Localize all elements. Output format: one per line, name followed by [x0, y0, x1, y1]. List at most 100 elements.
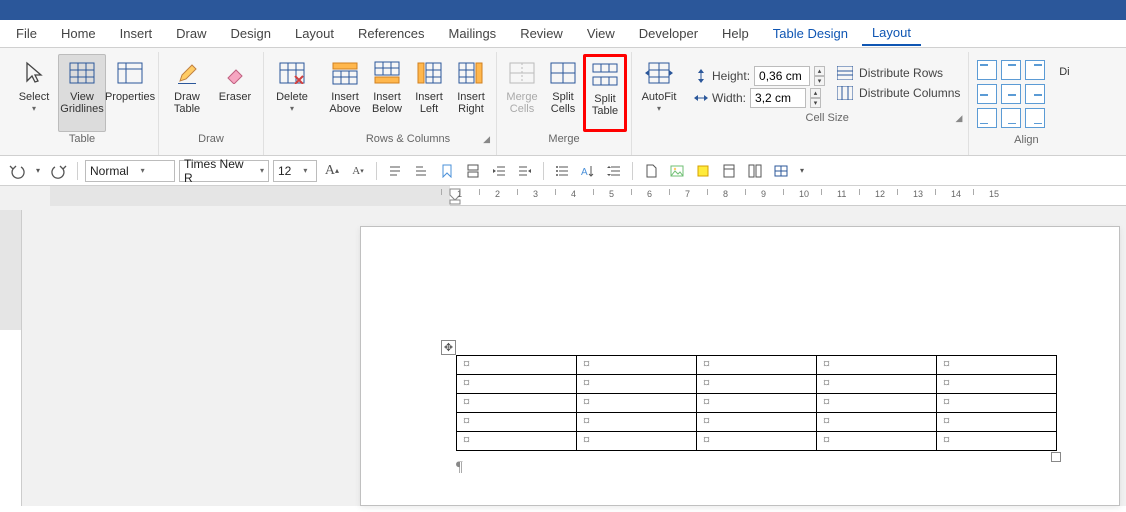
insert-left-button[interactable]: Insert Left — [408, 54, 450, 132]
height-spinner[interactable]: ▴▾ — [814, 66, 825, 86]
tab-table-design[interactable]: Table Design — [763, 22, 858, 45]
quick-toolbar: ▾ Normal▾ Times New R▾ 12▾ A▴ A▾ A ▾ — [0, 156, 1126, 186]
align-mid-left[interactable] — [977, 84, 997, 104]
tab-design[interactable]: Design — [221, 22, 281, 45]
chevron-down-icon: ▾ — [657, 104, 661, 113]
document-table[interactable]: ¤¤¤¤¤ ¤¤¤¤¤ ¤¤¤¤¤ ¤¤¤¤¤ ¤¤¤¤¤ — [456, 355, 1057, 451]
align-bot-right[interactable] — [1025, 108, 1045, 128]
tab-home[interactable]: Home — [51, 22, 106, 45]
tab-draw[interactable]: Draw — [166, 22, 216, 45]
redo-button[interactable] — [49, 161, 69, 181]
horizontal-ruler[interactable]: 123456789101112131415 — [50, 186, 1126, 206]
tab-help[interactable]: Help — [712, 22, 759, 45]
grow-font-icon[interactable]: A▴ — [322, 161, 342, 181]
list-indent-icon[interactable] — [552, 161, 572, 181]
tab-review[interactable]: Review — [510, 22, 573, 45]
select-button[interactable]: Select ▾ — [10, 54, 58, 132]
page-break-icon[interactable] — [463, 161, 483, 181]
undo-dropdown[interactable]: ▾ — [33, 161, 43, 181]
height-input[interactable] — [754, 66, 810, 86]
delete-button[interactable]: Delete ▾ — [268, 54, 316, 132]
table-cell: ¤ — [817, 413, 937, 432]
undo-button[interactable] — [7, 161, 27, 181]
table-properties-icon — [117, 58, 143, 88]
columns-icon[interactable] — [745, 161, 765, 181]
svg-text:A: A — [581, 167, 588, 178]
properties-pane-icon[interactable] — [719, 161, 739, 181]
para-after-icon[interactable] — [411, 161, 431, 181]
align-mid-right[interactable] — [1025, 84, 1045, 104]
distribute-rows-button[interactable]: Distribute Rows — [837, 66, 960, 80]
para-before-icon[interactable] — [385, 161, 405, 181]
tab-mailings[interactable]: Mailings — [439, 22, 507, 45]
insert-below-button[interactable]: Insert Below — [366, 54, 408, 132]
eraser-button[interactable]: Eraser — [211, 54, 259, 132]
font-size-combo[interactable]: 12▾ — [273, 160, 317, 182]
split-cells-button[interactable]: Split Cells — [543, 54, 583, 132]
dialog-launcher-icon[interactable]: ◢ — [955, 113, 962, 124]
align-bot-left[interactable] — [977, 108, 997, 128]
cursor-icon — [24, 58, 44, 88]
text-direction-button[interactable]: Di — [1049, 54, 1079, 132]
document-page[interactable]: ✥ ¤¤¤¤¤ ¤¤¤¤¤ ¤¤¤¤¤ ¤¤¤¤¤ ¤¤¤¤¤ ¶ — [360, 226, 1120, 506]
draw-table-button[interactable]: Draw Table — [163, 54, 211, 132]
table-cell: ¤ — [937, 394, 1057, 413]
group-label-align: Align — [1014, 134, 1038, 148]
line-spacing-icon[interactable] — [604, 161, 624, 181]
align-bot-center[interactable] — [1001, 108, 1021, 128]
font-combo[interactable]: Times New R▾ — [179, 160, 269, 182]
window-title-bar — [0, 0, 1126, 20]
table-row: ¤¤¤¤¤ — [457, 356, 1057, 375]
group-draw: Draw Table Eraser Draw — [159, 52, 264, 155]
table-cell: ¤ — [577, 356, 697, 375]
insert-above-button[interactable]: Insert Above — [324, 54, 366, 132]
highlight-icon[interactable] — [693, 161, 713, 181]
split-table-button[interactable]: Split Table — [583, 54, 627, 132]
bookmark-icon[interactable] — [437, 161, 457, 181]
table-resize-handle[interactable] — [1051, 452, 1061, 462]
tab-references[interactable]: References — [348, 22, 434, 45]
autofit-button[interactable]: AutoFit ▾ — [636, 54, 682, 132]
table-dropdown[interactable]: ▾ — [797, 161, 807, 181]
view-gridlines-button[interactable]: View Gridlines — [58, 54, 106, 132]
distribute-columns-button[interactable]: Distribute Columns — [837, 86, 960, 100]
tab-layout-table[interactable]: Layout — [862, 21, 921, 46]
properties-button[interactable]: Properties — [106, 54, 154, 132]
align-top-right[interactable] — [1025, 60, 1045, 80]
table-small-icon[interactable] — [771, 161, 791, 181]
align-top-left[interactable] — [977, 60, 997, 80]
table-cell: ¤ — [817, 356, 937, 375]
merge-cells-button: Merge Cells — [501, 54, 543, 132]
sort-icon[interactable]: A — [578, 161, 598, 181]
group-alignment: Di Align — [969, 52, 1083, 155]
row-height-field: Height: ▴▾ — [694, 66, 825, 86]
group-rows-columns: Insert Above Insert Below Insert Left In… — [320, 52, 497, 155]
width-input[interactable] — [750, 88, 806, 108]
tab-layout-page[interactable]: Layout — [285, 22, 344, 45]
tab-file[interactable]: File — [6, 22, 47, 45]
tab-insert[interactable]: Insert — [110, 22, 163, 45]
dist-rows-icon — [837, 66, 853, 80]
tab-developer[interactable]: Developer — [629, 22, 708, 45]
align-top-center[interactable] — [1001, 60, 1021, 80]
style-combo[interactable]: Normal▾ — [85, 160, 175, 182]
shrink-font-icon[interactable]: A▾ — [348, 161, 368, 181]
delete-table-icon — [279, 58, 305, 88]
table-cell: ¤ — [937, 432, 1057, 451]
insert-right-button[interactable]: Insert Right — [450, 54, 492, 132]
doc-icon[interactable] — [641, 161, 661, 181]
align-mid-center[interactable] — [1001, 84, 1021, 104]
table-row: ¤¤¤¤¤ — [457, 413, 1057, 432]
indent-inc-icon[interactable] — [515, 161, 535, 181]
chevron-down-icon: ▾ — [32, 104, 36, 113]
ribbon: Select ▾ View Gridlines Properties Table — [0, 48, 1126, 156]
table-cell: ¤ — [577, 394, 697, 413]
table-move-handle[interactable]: ✥ — [441, 340, 456, 355]
group-delete: Delete ▾ — [264, 52, 320, 155]
indent-dec-icon[interactable] — [489, 161, 509, 181]
image-icon[interactable] — [667, 161, 687, 181]
width-spinner[interactable]: ▴▾ — [810, 88, 821, 108]
dialog-launcher-icon[interactable]: ◢ — [483, 134, 490, 145]
tab-view[interactable]: View — [577, 22, 625, 45]
vertical-ruler[interactable] — [0, 210, 22, 506]
